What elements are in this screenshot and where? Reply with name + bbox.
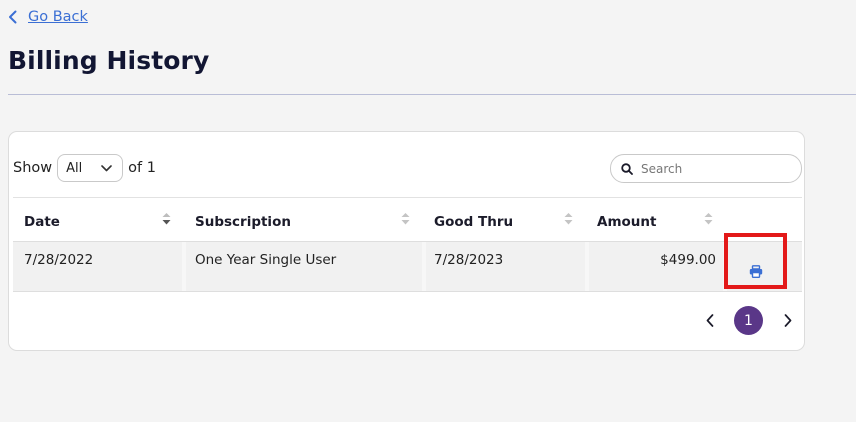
column-header-good-thru[interactable]: Good Thru (434, 214, 513, 230)
column-header-date[interactable]: Date (24, 214, 60, 230)
cell-good-thru: 7/28/2023 (434, 252, 504, 268)
page-size-value: All (66, 160, 83, 176)
pagination-prev-button[interactable] (700, 310, 720, 330)
page-title: Billing History (8, 46, 210, 75)
go-back-link[interactable]: Go Back (8, 9, 88, 25)
print-highlight-box (724, 233, 787, 289)
show-label: Show (13, 160, 53, 176)
cell-subscription: One Year Single User (195, 252, 337, 268)
title-divider (8, 94, 856, 95)
go-back-label[interactable]: Go Back (28, 9, 88, 25)
of-pages-label: of 1 (128, 160, 156, 176)
billing-table-card: Show All of 1 Date Subscription Good Thr… (8, 131, 805, 351)
pagination-page-button[interactable]: 1 (734, 306, 763, 335)
chevron-right-icon (784, 313, 792, 327)
table-row: 7/28/2022 One Year Single User 7/28/2023… (13, 241, 802, 292)
search-box[interactable] (610, 154, 802, 183)
page-size-control: Show All of 1 (13, 154, 156, 182)
column-separator (422, 242, 426, 291)
chevron-left-icon (706, 313, 714, 327)
sort-icon[interactable] (564, 212, 573, 226)
column-header-amount[interactable]: Amount (597, 214, 656, 230)
column-header-subscription[interactable]: Subscription (195, 214, 291, 230)
cell-date: 7/28/2022 (24, 252, 94, 268)
sort-icon[interactable] (401, 212, 410, 226)
column-separator (182, 242, 186, 291)
search-input[interactable] (641, 161, 791, 176)
chevron-left-icon (9, 10, 17, 24)
chevron-down-icon (101, 164, 112, 171)
pagination-next-button[interactable] (778, 310, 798, 330)
table-header-divider (13, 197, 802, 198)
cell-amount: $499.00 (660, 252, 716, 268)
search-icon (621, 162, 633, 175)
sort-icon[interactable] (704, 212, 713, 226)
sort-desc-icon[interactable] (162, 212, 171, 226)
page-size-select[interactable]: All (57, 154, 124, 182)
column-separator (585, 242, 589, 291)
